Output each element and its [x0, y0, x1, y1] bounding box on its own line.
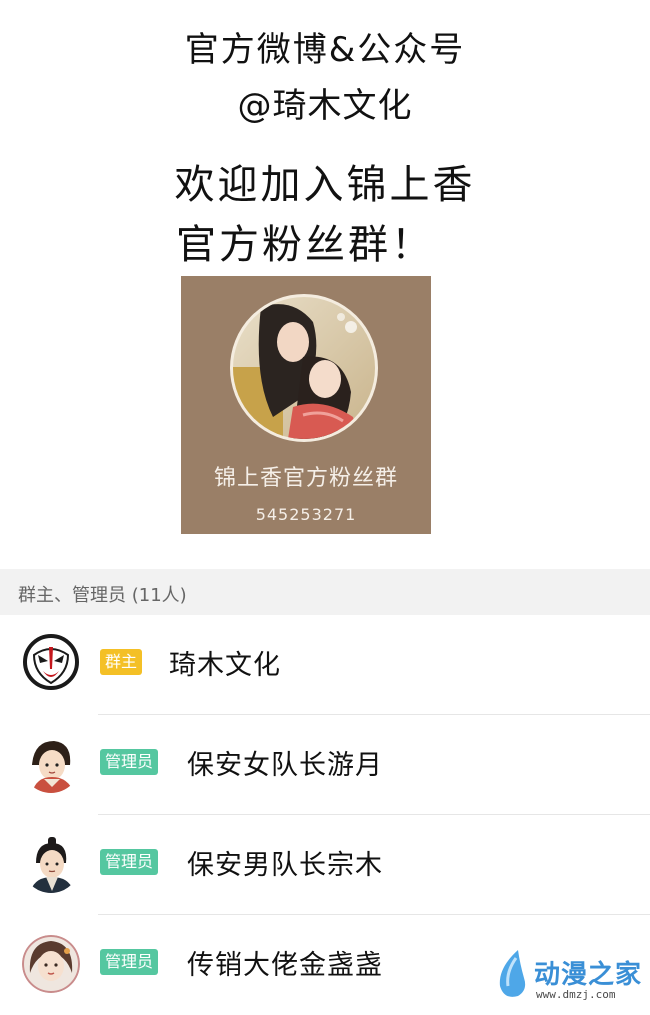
admins-section-header: 群主、管理员 (11人) — [0, 569, 650, 615]
group-card[interactable]: 锦上香官方粉丝群 545253271 — [181, 276, 431, 534]
cartoon-lady-avatar — [22, 935, 80, 993]
header-line-fan-group: 官方粉丝群！ — [176, 222, 434, 268]
opera-mask-avatar — [22, 633, 80, 691]
member-row-admin[interactable]: 管理员 保安女队长游月 — [0, 715, 650, 815]
group-number: 545253271 — [255, 505, 357, 524]
member-name: 保安女队长游月 — [187, 750, 383, 781]
water-drop-logo-icon — [499, 950, 526, 997]
header-line-welcome: 欢迎加入锦上香 — [174, 162, 476, 208]
group-name: 锦上香官方粉丝群 — [213, 466, 398, 491]
member-name: 传销大佬金盏盏 — [187, 950, 383, 981]
admin-badge: 管理员 — [100, 749, 159, 775]
site-watermark: 动漫之家 www.dmzj.com — [494, 944, 644, 1004]
watermark-text: 动漫之家 — [534, 960, 643, 990]
admin-badge: 管理员 — [100, 949, 159, 975]
owner-badge: 群主 — [100, 649, 143, 675]
admin-badge: 管理员 — [100, 849, 159, 875]
member-row-owner[interactable]: 群主 琦木文化 — [0, 615, 650, 715]
cartoon-boy-avatar — [22, 835, 80, 893]
group-avatar — [230, 294, 378, 442]
member-row-admin[interactable]: 管理员 保安男队长宗木 — [0, 815, 650, 915]
admins-section-title: 群主、管理员 (11人) — [18, 585, 187, 606]
member-name: 琦木文化 — [169, 650, 281, 681]
header-line-weibo: 官方微博&公众号 — [184, 30, 466, 70]
member-name: 保安男队长宗木 — [187, 850, 383, 881]
cartoon-girl-avatar — [22, 735, 80, 793]
watermark-url: www.dmzj.com — [536, 988, 616, 1001]
header-line-account: @琦木文化 — [237, 86, 413, 126]
